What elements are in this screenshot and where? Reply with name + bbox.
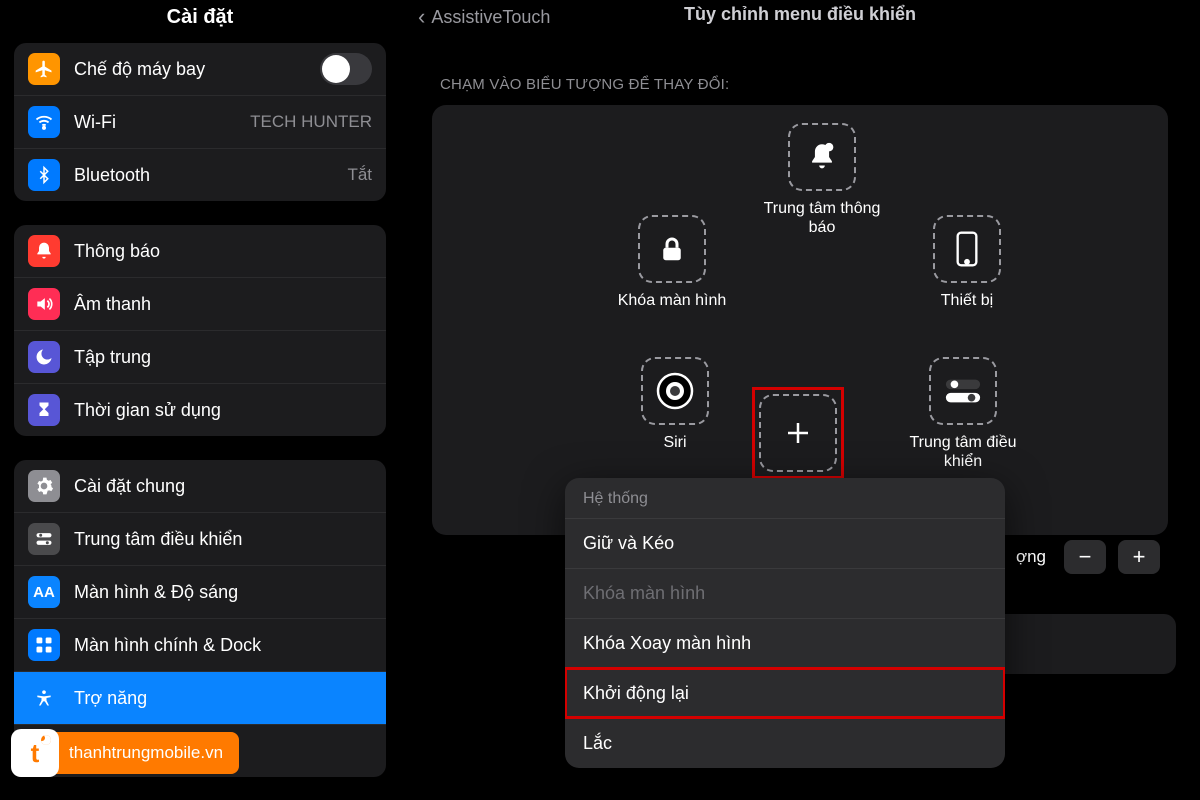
row-screentime[interactable]: Thời gian sử dụng: [14, 383, 386, 436]
add-slot-highlight: [752, 387, 844, 479]
row-general[interactable]: Cài đặt chung: [14, 460, 386, 512]
menu-label: Trung tâm thông báo: [757, 199, 887, 237]
row-airplane[interactable]: Chế độ máy bay: [14, 43, 386, 95]
menu-siri[interactable]: Siri: [610, 357, 740, 452]
system-actions-popup: Hệ thống Giữ và Kéo Khóa màn hình Khóa X…: [565, 478, 1005, 768]
row-label: Chế độ máy bay: [74, 59, 320, 80]
popup-row-lock: Khóa màn hình: [565, 568, 1005, 618]
row-bluetooth[interactable]: Bluetooth Tắt: [14, 148, 386, 201]
row-sound[interactable]: Âm thanh: [14, 277, 386, 330]
row-label: Tập trung: [74, 347, 372, 368]
menu-grid: Trung tâm thông báo Khóa màn hình Thiết …: [432, 105, 1168, 535]
row-wifi[interactable]: Wi-Fi TECH HUNTER: [14, 95, 386, 148]
speaker-icon: [28, 288, 60, 320]
sidebar-group-general: Cài đặt chung Trung tâm điều khiển AA Mà…: [14, 460, 386, 777]
siri-icon: [641, 357, 709, 425]
sidebar-group-notify: Thông báo Âm thanh Tập trung Thời gian s…: [14, 225, 386, 436]
section-caption: CHẠM VÀO BIỂU TƯỢNG ĐỂ THAY ĐỔI:: [440, 76, 1192, 93]
row-home-dock[interactable]: Màn hình chính & Dock: [14, 618, 386, 671]
stepper-plus[interactable]: +: [1118, 540, 1160, 574]
row-label: Âm thanh: [74, 294, 372, 315]
grid-icon: [28, 629, 60, 661]
row-display[interactable]: AA Màn hình & Độ sáng: [14, 565, 386, 618]
popup-row-rotation-lock[interactable]: Khóa Xoay màn hình: [565, 618, 1005, 668]
menu-label: Trung tâm điều khiển: [898, 433, 1028, 471]
accessibility-icon: [28, 682, 60, 714]
wifi-value: TECH HUNTER: [250, 112, 372, 132]
row-control-center[interactable]: Trung tâm điều khiển: [14, 512, 386, 565]
airplane-icon: [28, 53, 60, 85]
watermark: t thanhtrungmobile.vn: [14, 732, 239, 774]
wifi-icon: [28, 106, 60, 138]
menu-device[interactable]: Thiết bị: [902, 215, 1032, 310]
stepper-minus[interactable]: −: [1064, 540, 1106, 574]
stepper-suffix: ợng: [1016, 547, 1046, 567]
row-focus[interactable]: Tập trung: [14, 330, 386, 383]
gear-icon: [28, 470, 60, 502]
menu-control-center[interactable]: Trung tâm điều khiển: [898, 357, 1028, 471]
bluetooth-value: Tắt: [347, 165, 372, 185]
menu-label: Khóa màn hình: [618, 291, 727, 310]
menu-notification[interactable]: Trung tâm thông báo: [757, 123, 887, 237]
row-label: Trợ năng: [74, 688, 372, 709]
sidebar-group-connectivity: Chế độ máy bay Wi-Fi TECH HUNTER Bluetoo…: [14, 43, 386, 201]
device-icon: [933, 215, 1001, 283]
row-notifications[interactable]: Thông báo: [14, 225, 386, 277]
bell-icon: [28, 235, 60, 267]
row-label: Màn hình & Độ sáng: [74, 582, 372, 603]
lock-icon: [638, 215, 706, 283]
page-title: Tùy chỉnh menu điều khiển: [400, 4, 1200, 25]
bluetooth-icon: [28, 159, 60, 191]
row-label: Màn hình chính & Dock: [74, 635, 372, 656]
popup-row-hold-drag[interactable]: Giữ và Kéo: [565, 518, 1005, 568]
switches-icon: [28, 523, 60, 555]
row-label: Cài đặt chung: [74, 476, 372, 497]
menu-label: Thiết bị: [941, 291, 993, 310]
row-label: Wi-Fi: [74, 112, 250, 133]
menu-lock[interactable]: Khóa màn hình: [607, 215, 737, 310]
popup-row-shake[interactable]: Lắc: [565, 718, 1005, 768]
menu-label: Siri: [663, 433, 686, 452]
watermark-text: thanhtrungmobile.vn: [69, 743, 223, 763]
row-label: Bluetooth: [74, 165, 347, 186]
row-label: Thời gian sử dụng: [74, 400, 372, 421]
add-slot[interactable]: [759, 394, 837, 472]
airplane-toggle[interactable]: [320, 53, 372, 85]
popup-row-restart[interactable]: Khởi động lại: [565, 668, 1005, 718]
settings-sidebar: Cài đặt Chế độ máy bay Wi-Fi TECH HUNTER: [0, 0, 400, 800]
control-center-icon: [929, 357, 997, 425]
popup-header: Hệ thống: [565, 478, 1005, 518]
aa-icon: AA: [28, 576, 60, 608]
watermark-logo: t: [11, 729, 59, 777]
row-accessibility[interactable]: Trợ năng: [14, 671, 386, 724]
notification-icon: [788, 123, 856, 191]
row-label: Trung tâm điều khiển: [74, 529, 372, 550]
row-label: Thông báo: [74, 241, 372, 262]
moon-icon: [28, 341, 60, 373]
icon-count-stepper: ợng − +: [1016, 540, 1160, 574]
sidebar-title: Cài đặt: [14, 0, 386, 43]
hourglass-icon: [28, 394, 60, 426]
